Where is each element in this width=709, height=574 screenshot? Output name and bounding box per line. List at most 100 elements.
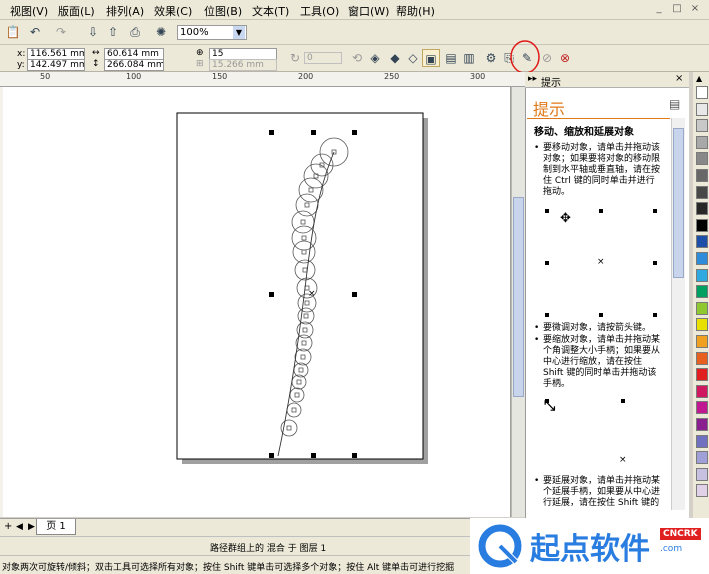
scroll-thumb[interactable] bbox=[513, 197, 524, 397]
color-swatch[interactable] bbox=[696, 351, 708, 365]
handle-top-right bbox=[352, 130, 357, 135]
color-swatch[interactable] bbox=[696, 218, 708, 232]
color-swatch[interactable] bbox=[696, 235, 708, 249]
tip-line: 个延展手柄，如果要从中心进 bbox=[543, 487, 661, 497]
color-swatch[interactable] bbox=[696, 401, 708, 415]
docker-scroll-thumb[interactable] bbox=[673, 128, 684, 278]
canvas-vertical-scrollbar[interactable] bbox=[511, 87, 525, 517]
tip-stretch: 要延展对象，请单击并拖动某 个延展手柄，如果要从中心进 行延展，请在按住 Shi… bbox=[543, 476, 660, 509]
color-swatch[interactable] bbox=[696, 252, 708, 265]
tip-line: Shift 键的同时单击并拖动该 bbox=[543, 368, 657, 378]
tip-bullet: • bbox=[534, 335, 540, 345]
color-swatch[interactable] bbox=[696, 418, 708, 431]
tip-line: 对象；如果要将对象的移动限 bbox=[543, 154, 661, 164]
scale-arrow-icon: ⤡ bbox=[544, 398, 556, 414]
docker-tab-bar: ▸▸ 提示 × bbox=[525, 72, 689, 89]
tip-bullet: • bbox=[534, 143, 540, 153]
center-marker: × bbox=[308, 289, 316, 299]
docker-title: 提示 bbox=[533, 100, 566, 119]
color-swatch[interactable] bbox=[696, 467, 708, 481]
watermark: 起点软件 CNCRK .com bbox=[470, 518, 709, 574]
stop-icon[interactable]: ⊗ bbox=[556, 49, 574, 67]
page-tab[interactable]: 页 1 bbox=[36, 519, 76, 535]
docker-header-rule bbox=[527, 118, 670, 119]
docker-header: 提示 ▤ bbox=[527, 94, 687, 119]
illustration-handle bbox=[621, 399, 625, 403]
docker-collapse-icon[interactable]: ▸▸ bbox=[528, 74, 537, 84]
color-swatch[interactable] bbox=[696, 152, 708, 166]
handle-bottom-left bbox=[269, 453, 274, 458]
handle-top-center bbox=[311, 130, 316, 135]
hints-book-icon[interactable]: ▤ bbox=[669, 97, 680, 111]
palette-scroll-up-icon[interactable]: ▲ bbox=[696, 74, 702, 83]
tip-line: 手柄。 bbox=[543, 379, 571, 389]
tool-hint-text: 对象两次可旋转/倾斜；双击工具可选择所有对象；按住 Shift 键单击可选择多个… bbox=[2, 563, 455, 573]
color-swatch[interactable] bbox=[696, 285, 708, 299]
tip-line: 行延展，请在按住 Shift 键的 bbox=[543, 498, 660, 508]
illustration-handle bbox=[653, 261, 657, 265]
color-swatch[interactable] bbox=[696, 301, 708, 315]
tip-section-title: 移动、缩放和延展对象 bbox=[534, 127, 634, 138]
tip-nudge: 要微调对象，请按箭头键。 bbox=[543, 323, 651, 334]
illustration-handle bbox=[545, 261, 549, 265]
color-swatch[interactable] bbox=[696, 434, 708, 448]
color-swatch[interactable] bbox=[696, 335, 708, 348]
color-swatch[interactable] bbox=[696, 169, 708, 182]
color-swatch[interactable] bbox=[696, 202, 708, 216]
illustration-center-marker: × bbox=[597, 257, 605, 267]
add-page-icon[interactable]: + bbox=[4, 521, 12, 532]
watermark-badge: CNCRK bbox=[660, 528, 701, 540]
tip-line: 要移动对象，请单击并拖动该 bbox=[543, 143, 661, 153]
color-swatch[interactable] bbox=[696, 368, 708, 382]
restore-button[interactable]: □ bbox=[670, 3, 684, 16]
illustration-handle bbox=[599, 209, 603, 213]
color-swatch[interactable] bbox=[696, 135, 708, 149]
illustration-handle bbox=[599, 313, 603, 317]
color-swatch[interactable] bbox=[696, 451, 708, 465]
selection-status: 路径群组上的 混合 于 图层 1 bbox=[210, 544, 327, 554]
tip-line: 拖动。 bbox=[543, 187, 571, 197]
tip-move: 要移动对象，请单击并拖动该 对象；如果要将对象的移动限 制到水平轴或垂直轴，请在… bbox=[543, 143, 660, 198]
tip-bullet: • bbox=[534, 323, 540, 333]
close-button[interactable]: × bbox=[688, 3, 702, 16]
color-swatch[interactable] bbox=[696, 119, 708, 133]
illustration-handle bbox=[653, 209, 657, 213]
illustration-handle bbox=[545, 313, 549, 317]
tip-line: 要缩放对象，请单击并拖动某 bbox=[543, 335, 661, 345]
tip-line: 个角调整大小手柄；如果要从 bbox=[543, 346, 661, 356]
illustration-handle bbox=[653, 313, 657, 317]
handle-top-left bbox=[269, 130, 274, 135]
color-swatch[interactable] bbox=[696, 484, 708, 498]
docker-close-icon[interactable]: × bbox=[675, 73, 683, 84]
docker-tab-label[interactable]: 提示 bbox=[541, 74, 561, 89]
docker-scrollbar[interactable] bbox=[671, 118, 685, 510]
tip-scale: 要缩放对象，请单击并拖动某 个角调整大小手柄；如果要从 中心进行缩放，请在按住 … bbox=[543, 335, 660, 390]
color-swatch[interactable] bbox=[696, 268, 708, 282]
handle-bottom-center bbox=[311, 453, 316, 458]
tip-line: 中心进行缩放，请在按住 bbox=[543, 357, 643, 367]
handle-bottom-right bbox=[352, 453, 357, 458]
watermark-logo bbox=[478, 524, 522, 568]
watermark-text: 起点软件 bbox=[530, 532, 650, 567]
minimize-button[interactable]: _ bbox=[652, 3, 666, 16]
tip-line: 要延展对象，请单击并拖动某 bbox=[543, 476, 661, 486]
highlight-circle bbox=[510, 40, 540, 74]
drawing-layer: × bbox=[176, 112, 428, 464]
color-swatch[interactable] bbox=[696, 318, 708, 332]
tip-line: 制到水平轴或垂直轴，请在按 bbox=[543, 165, 661, 175]
illustration-center-marker: × bbox=[619, 455, 627, 465]
move-cursor-icon: ✥ bbox=[560, 211, 571, 226]
color-swatch[interactable] bbox=[696, 102, 708, 116]
tip-line: 住 Ctrl 键的同时单击并进行 bbox=[543, 176, 655, 186]
tip-bullet: • bbox=[534, 476, 540, 486]
next-page-icon[interactable]: ▶ bbox=[28, 522, 35, 532]
color-swatch[interactable] bbox=[696, 384, 708, 398]
color-swatch[interactable] bbox=[696, 86, 708, 99]
watermark-suffix: .com bbox=[660, 544, 683, 554]
handle-middle-right bbox=[352, 292, 357, 297]
illustration-handle bbox=[545, 209, 549, 213]
tip-line: 要微调对象，请按箭头键。 bbox=[543, 323, 652, 333]
color-swatch[interactable] bbox=[696, 185, 708, 199]
prev-page-icon[interactable]: ◀ bbox=[16, 522, 23, 532]
handle-middle-left bbox=[269, 292, 274, 297]
